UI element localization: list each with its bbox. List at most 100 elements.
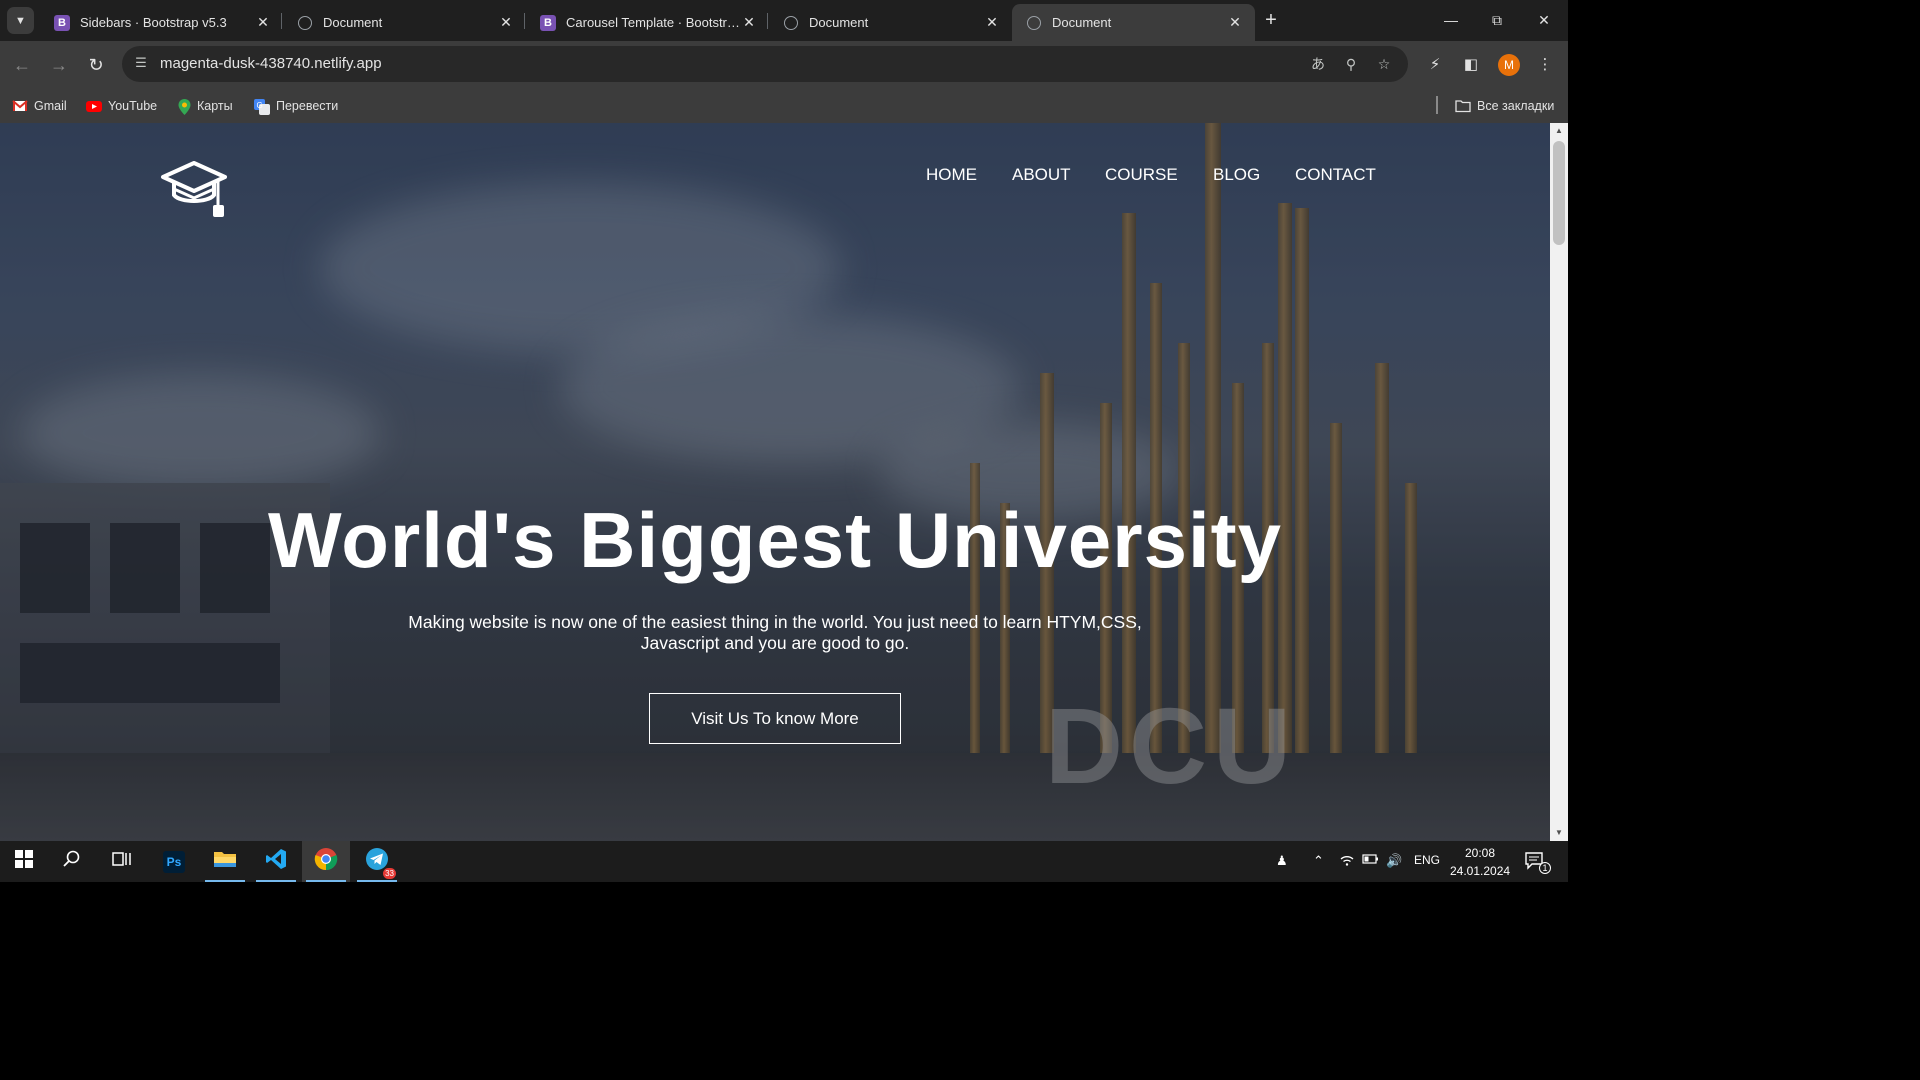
- tab-carousel[interactable]: B Carousel Template · Bootstrap v5.3 ✕: [526, 4, 769, 41]
- address-bar[interactable]: ☰ magenta-dusk-438740.netlify.app あ ⚲ ☆: [122, 46, 1408, 82]
- tab-title: Document: [809, 15, 869, 30]
- bookmark-maps[interactable]: Карты: [178, 95, 233, 117]
- visit-us-button[interactable]: Visit Us To know More: [649, 693, 901, 744]
- windows-taskbar: Ps 33 ♟ ⌃ 🔊 ENG 20:08 24.01.2024 1: [0, 841, 1568, 882]
- start-button[interactable]: [0, 841, 48, 882]
- translate-icon: G: [254, 99, 270, 115]
- reload-button[interactable]: ↻: [82, 51, 110, 79]
- restore-button[interactable]: ⧉: [1474, 0, 1520, 40]
- task-view-button[interactable]: [98, 841, 146, 882]
- scroll-down-arrow-icon[interactable]: ▼: [1550, 825, 1568, 841]
- tab-document-2[interactable]: Document ✕: [769, 4, 1012, 41]
- url-text[interactable]: magenta-dusk-438740.netlify.app: [160, 55, 382, 72]
- people-icon[interactable]: ♟: [1276, 853, 1288, 869]
- tab-strip: ▼ B Sidebars · Bootstrap v5.3 ✕ Document…: [0, 0, 1568, 41]
- graduation-cap-logo-icon[interactable]: [160, 161, 228, 219]
- side-panel-icon[interactable]: ◧: [1459, 53, 1483, 77]
- vscode-icon: [265, 848, 287, 875]
- zoom-icon[interactable]: ⚲: [1341, 54, 1361, 74]
- scrollbar-thumb[interactable]: [1553, 141, 1565, 245]
- plus-icon: +: [1265, 9, 1277, 31]
- bookmarks-bar: Gmail YouTube Карты G Перевести Все закл…: [0, 88, 1568, 123]
- close-icon: ✕: [1538, 11, 1550, 28]
- bookmark-label: YouTube: [108, 99, 158, 113]
- bootstrap-icon: B: [540, 14, 556, 31]
- wifi-icon[interactable]: [1339, 853, 1355, 870]
- tab-document-active[interactable]: Document ✕: [1012, 4, 1255, 41]
- tab-divider: [524, 13, 525, 29]
- input-language[interactable]: ENG: [1414, 853, 1440, 867]
- volume-icon[interactable]: 🔊: [1386, 853, 1402, 869]
- photoshop-icon: Ps: [163, 850, 185, 873]
- battery-icon[interactable]: [1362, 853, 1379, 868]
- arrow-right-icon: →: [50, 54, 68, 75]
- close-window-button[interactable]: ✕: [1521, 0, 1567, 40]
- close-icon[interactable]: ✕: [984, 14, 1000, 31]
- tab-document-1[interactable]: Document ✕: [283, 4, 526, 41]
- svg-text:G: G: [257, 101, 263, 110]
- taskbar-chrome[interactable]: [302, 841, 350, 882]
- all-bookmarks-button[interactable]: Все закладки: [1455, 95, 1554, 117]
- nav-course-link[interactable]: COURSE: [1105, 165, 1178, 185]
- bookmark-label: Все закладки: [1477, 99, 1555, 113]
- reload-icon: ↻: [88, 54, 104, 75]
- taskbar-file-explorer[interactable]: [201, 841, 249, 882]
- tab-sidebars[interactable]: B Sidebars · Bootstrap v5.3 ✕: [40, 4, 283, 41]
- maps-icon: [178, 99, 191, 115]
- chevron-up-icon[interactable]: ⌃: [1313, 853, 1324, 869]
- site-settings-icon[interactable]: ☰: [132, 55, 150, 73]
- nav-about-link[interactable]: ABOUT: [1012, 165, 1071, 185]
- taskbar-telegram[interactable]: 33: [353, 841, 401, 882]
- page-scrollbar[interactable]: ▲ ▼: [1550, 123, 1568, 841]
- telegram-icon: 33: [365, 847, 396, 879]
- action-center-icon[interactable]: 1: [1525, 852, 1551, 874]
- taskbar-vscode[interactable]: [252, 841, 300, 882]
- close-icon[interactable]: ✕: [255, 14, 271, 31]
- close-icon[interactable]: ✕: [741, 14, 757, 31]
- star-icon[interactable]: ☆: [1374, 54, 1394, 74]
- tab-search-button[interactable]: ▼: [7, 7, 34, 34]
- bookmarks-divider: [1436, 96, 1438, 114]
- nav-contact-link[interactable]: CONTACT: [1295, 165, 1376, 185]
- telegram-badge: 33: [383, 868, 396, 879]
- chevron-down-icon: ▼: [15, 14, 26, 27]
- chrome-icon: [314, 847, 338, 876]
- globe-icon: [297, 15, 313, 31]
- youtube-icon: [86, 99, 102, 113]
- menu-icon[interactable]: ⋮: [1533, 53, 1557, 77]
- bookmark-youtube[interactable]: YouTube: [86, 95, 157, 117]
- translate-icon[interactable]: あ: [1308, 54, 1328, 74]
- forward-button[interactable]: →: [45, 51, 73, 79]
- bookmark-translate[interactable]: G Перевести: [254, 95, 338, 117]
- new-tab-button[interactable]: +: [1258, 8, 1284, 34]
- bookmark-label: Карты: [197, 99, 233, 113]
- extensions-icon[interactable]: ⚡: [1423, 53, 1447, 77]
- bookmark-gmail[interactable]: Gmail: [12, 95, 67, 117]
- scroll-up-arrow-icon[interactable]: ▲: [1550, 123, 1568, 139]
- hero-subtitle: Making website is now one of the easiest…: [408, 612, 1142, 653]
- tab-title: Sidebars · Bootstrap v5.3: [80, 15, 227, 30]
- clock-time: 20:08: [1464, 846, 1496, 860]
- system-clock[interactable]: 20:08 24.01.2024: [1450, 844, 1510, 880]
- minimize-icon: —: [1444, 12, 1458, 28]
- search-button[interactable]: [48, 841, 96, 882]
- minimize-button[interactable]: —: [1428, 0, 1474, 40]
- tab-title: Document: [323, 15, 383, 30]
- close-icon[interactable]: ✕: [1227, 14, 1243, 31]
- bootstrap-icon: B: [54, 14, 70, 31]
- tab-title: Document: [1052, 15, 1112, 30]
- nav-home-link[interactable]: HOME: [926, 165, 977, 185]
- taskbar-photoshop[interactable]: Ps: [150, 841, 198, 882]
- webpage-viewport: DCU HOME ABOUT COURSE BLOG CONTACT World…: [0, 123, 1550, 841]
- nav-blog-link[interactable]: BLOG: [1213, 165, 1260, 185]
- clock-date: 24.01.2024: [1450, 864, 1511, 878]
- gmail-icon: [12, 99, 28, 113]
- close-icon[interactable]: ✕: [498, 14, 514, 31]
- tab-title: Carousel Template · Bootstrap v5.3: [566, 15, 741, 30]
- tab-divider: [767, 13, 768, 29]
- notification-count: 1: [1539, 862, 1551, 874]
- profile-avatar[interactable]: M: [1498, 54, 1520, 76]
- back-button[interactable]: ←: [8, 51, 36, 79]
- tab-divider: [281, 13, 282, 29]
- globe-icon: [1026, 15, 1042, 31]
